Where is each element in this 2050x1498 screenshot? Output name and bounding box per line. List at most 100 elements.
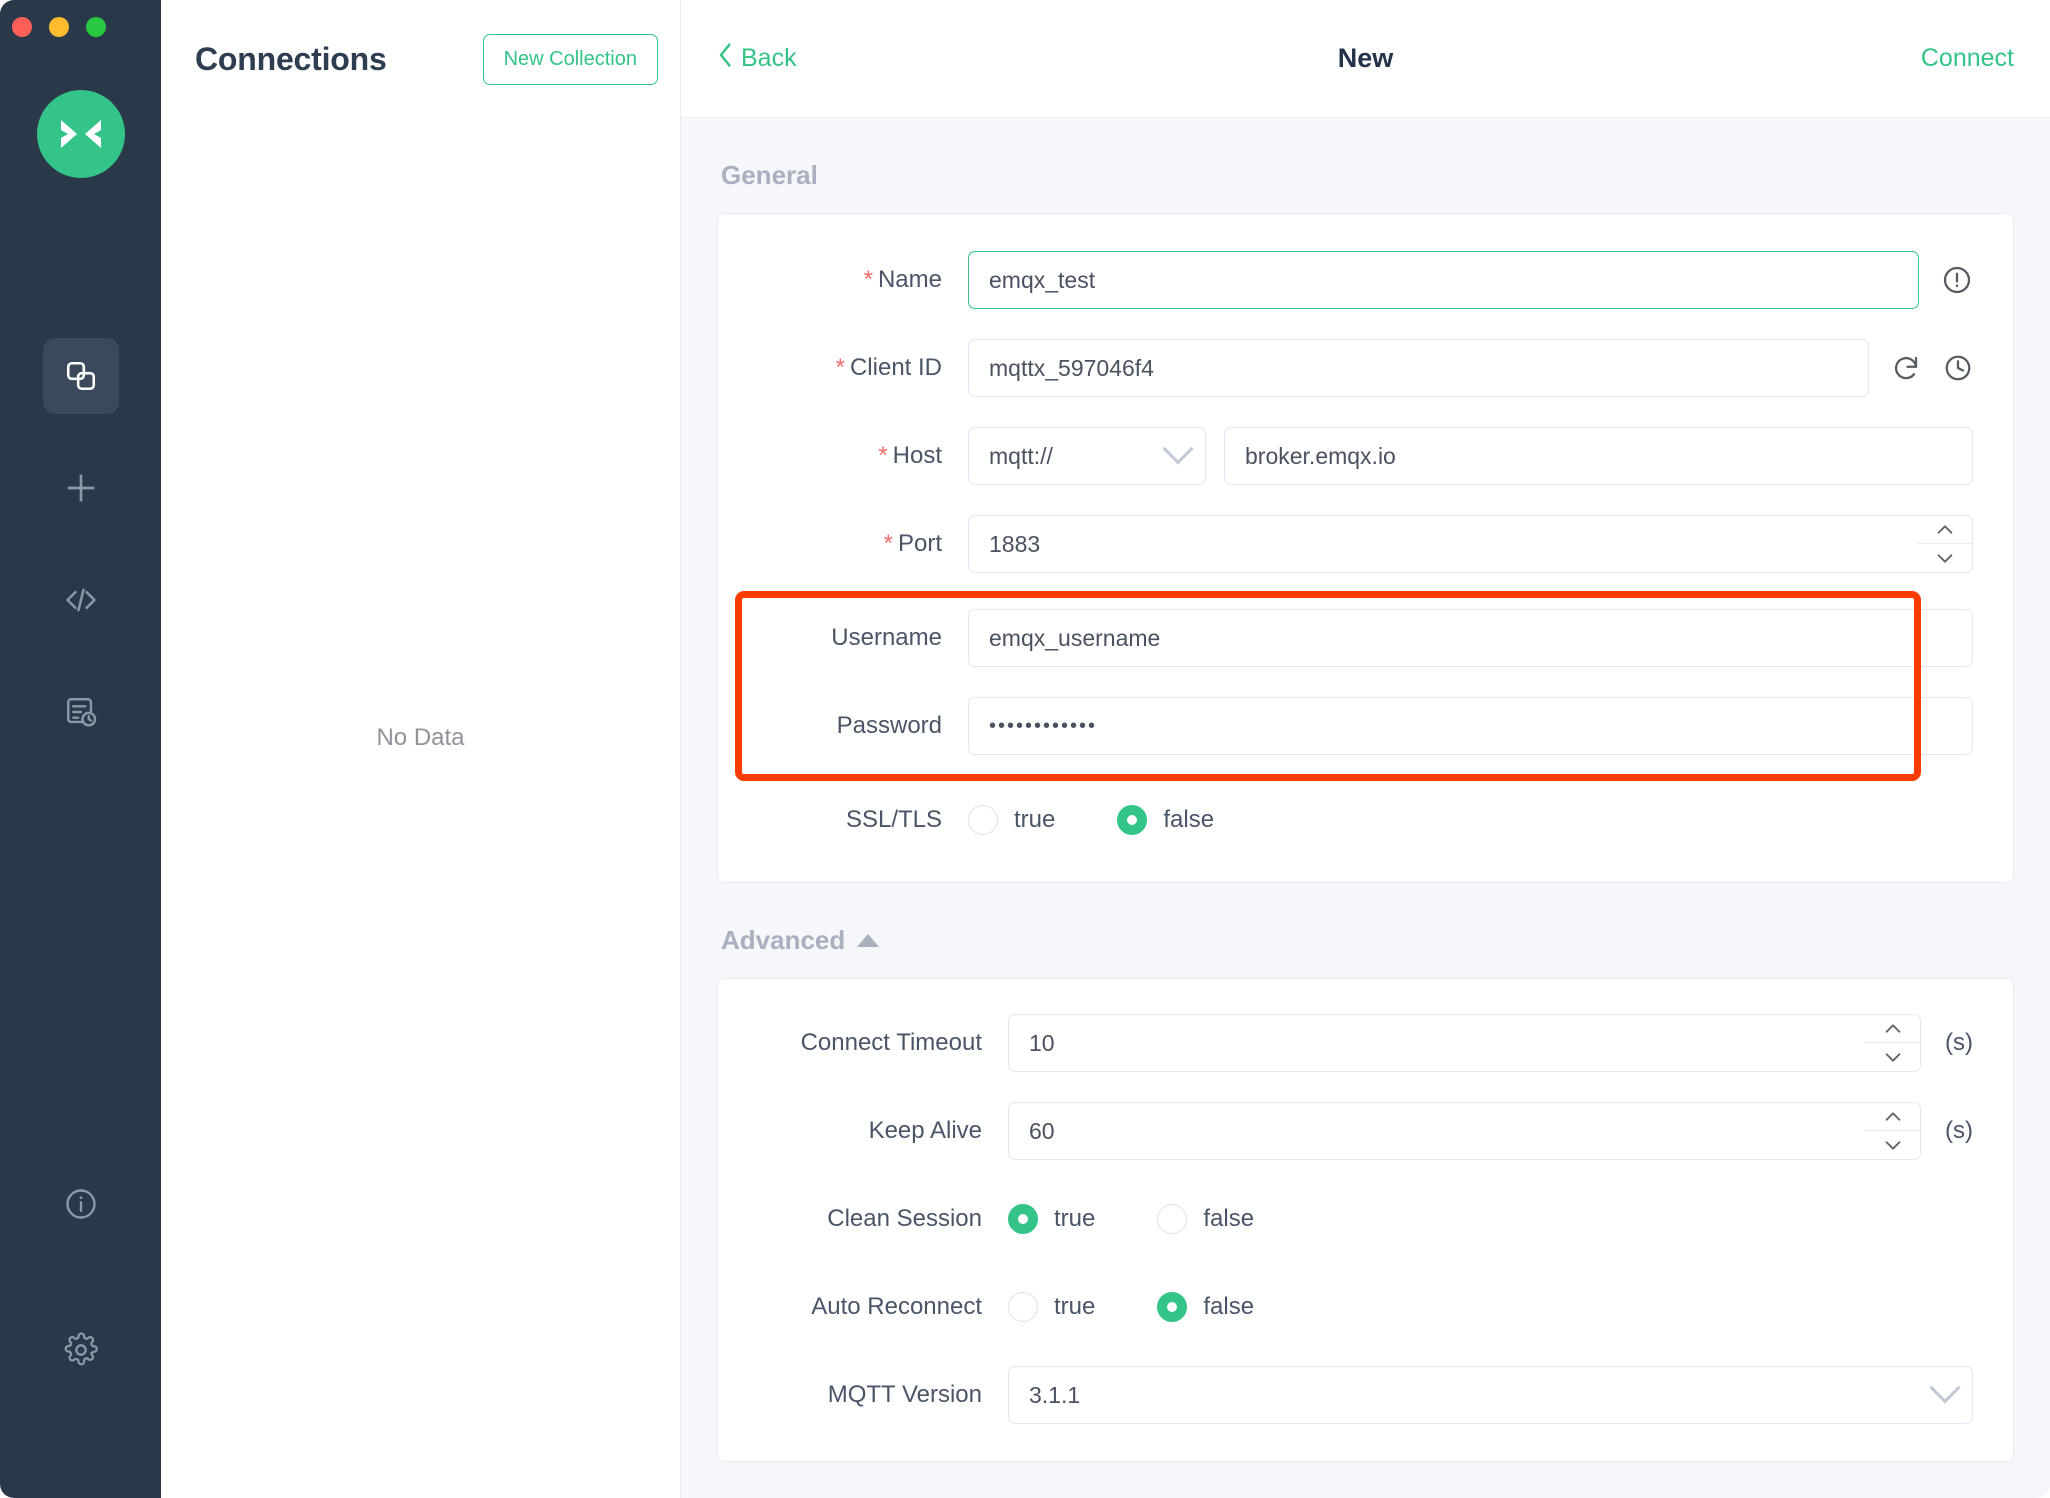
form-row-mqtt-version: MQTT Version 3.1.1 xyxy=(718,1363,1973,1427)
radio-unchecked-icon xyxy=(1157,1204,1188,1234)
password-input[interactable]: •••••••••••• xyxy=(968,697,1973,755)
chevron-down-icon xyxy=(1929,1372,1961,1404)
ssl-tls-label: SSL/TLS xyxy=(845,806,942,833)
sidebar-item-new-connection[interactable] xyxy=(43,450,119,526)
clean-session-label: Clean Session xyxy=(827,1205,982,1232)
radio-unchecked-icon xyxy=(1008,1292,1038,1322)
general-section-title: General xyxy=(721,160,818,190)
name-input[interactable]: emqx_test xyxy=(968,251,1919,309)
form-row-password: Password •••••••••••• xyxy=(718,694,1973,758)
host-input[interactable]: broker.emqx.io xyxy=(1224,427,1973,485)
keep-alive-label: Keep Alive xyxy=(868,1117,982,1144)
keep-alive-input[interactable]: 60 xyxy=(1008,1102,1867,1160)
form-row-name: * Name emqx_test xyxy=(718,248,1973,312)
connection-form-panel: Back New Connect General * Name emqx_test xyxy=(681,0,2050,1498)
radio-checked-icon xyxy=(1117,805,1148,835)
required-asterisk: * xyxy=(883,530,893,557)
close-window-button[interactable] xyxy=(12,17,32,37)
app-window: Connections New Collection No Data Back … xyxy=(0,0,2050,1498)
mqtt-version-select[interactable]: 3.1.1 xyxy=(1008,1366,1973,1424)
connect-button[interactable]: Connect xyxy=(1921,44,2014,73)
sidebar-item-about[interactable] xyxy=(43,1166,119,1242)
minimize-window-button[interactable] xyxy=(49,17,69,37)
log-clock-icon xyxy=(64,695,98,729)
back-label: Back xyxy=(741,44,797,72)
port-label: * Port xyxy=(883,530,942,557)
form-row-auto-reconnect: Auto Reconnect true false xyxy=(718,1275,1973,1339)
connect-timeout-increment-button[interactable] xyxy=(1865,1015,1921,1043)
code-brackets-icon xyxy=(62,581,100,619)
sidebar-item-scripts[interactable] xyxy=(43,562,119,638)
connect-timeout-unit: (s) xyxy=(1945,1029,1973,1056)
keep-alive-decrement-button[interactable] xyxy=(1865,1131,1920,1159)
sidebar-item-settings[interactable] xyxy=(43,1312,119,1388)
required-asterisk: * xyxy=(863,266,873,293)
port-increment-button[interactable] xyxy=(1917,516,1972,544)
window-traffic-lights xyxy=(12,17,106,37)
mqttx-logo-icon xyxy=(36,90,125,178)
refresh-icon[interactable] xyxy=(1891,353,1921,383)
advanced-section-toggle[interactable]: Advanced xyxy=(721,925,880,956)
new-collection-button[interactable]: New Collection xyxy=(482,33,658,85)
maximize-window-button[interactable] xyxy=(86,17,106,37)
clean-session-option-true[interactable]: true xyxy=(1008,1204,1095,1234)
form-header: Back New Connect xyxy=(681,0,2050,118)
form-row-username: Username emqx_username xyxy=(718,606,1973,670)
connect-timeout-stepper[interactable] xyxy=(1865,1014,1922,1072)
keep-alive-increment-button[interactable] xyxy=(1865,1103,1921,1131)
keep-alive-stepper[interactable] xyxy=(1865,1102,1922,1160)
username-input[interactable]: emqx_username xyxy=(968,609,1973,667)
auto-reconnect-label: Auto Reconnect xyxy=(811,1293,982,1320)
radio-unchecked-icon xyxy=(968,805,998,835)
form-row-keep-alive: Keep Alive 60 (s) xyxy=(718,1099,1973,1163)
form-row-clean-session: Clean Session true false xyxy=(718,1187,1973,1251)
back-button[interactable]: Back xyxy=(717,42,797,75)
empty-state-text: No Data xyxy=(376,724,465,751)
password-label: Password xyxy=(836,712,942,739)
auto-reconnect-option-false[interactable]: false xyxy=(1157,1292,1254,1322)
client-id-label: * Client ID xyxy=(835,354,942,381)
form-row-host: * Host mqtt:// broker.emqx.io xyxy=(718,424,1973,488)
ssl-tls-option-false[interactable]: false xyxy=(1117,805,1214,835)
port-input[interactable]: 1883 xyxy=(968,515,1918,573)
connections-header: Connections New Collection xyxy=(161,0,680,118)
form-scroll-area[interactable]: General * Name emqx_test * Client ID mqt… xyxy=(681,118,2050,1498)
connect-timeout-input[interactable]: 10 xyxy=(1008,1014,1867,1072)
auto-reconnect-option-true[interactable]: true xyxy=(1008,1292,1095,1322)
required-asterisk: * xyxy=(878,442,888,469)
required-asterisk: * xyxy=(835,354,845,381)
form-title: New xyxy=(1337,43,1394,73)
form-row-connect-timeout: Connect Timeout 10 (s) xyxy=(718,1011,1973,1075)
gear-icon xyxy=(63,1332,99,1368)
form-row-ssl-tls: SSL/TLS true false xyxy=(718,788,1973,852)
host-protocol-value: mqtt:// xyxy=(989,442,1053,469)
radio-checked-icon xyxy=(1157,1292,1188,1322)
keep-alive-unit: (s) xyxy=(1945,1117,1973,1144)
sidebar-item-log[interactable] xyxy=(43,674,119,750)
connect-timeout-decrement-button[interactable] xyxy=(1865,1043,1920,1071)
name-label: * Name xyxy=(863,266,942,293)
advanced-section-label: Advanced xyxy=(721,925,846,955)
connections-list-body: No Data xyxy=(161,118,680,1498)
radio-checked-icon xyxy=(1008,1204,1038,1234)
exclamation-circle-icon xyxy=(1941,264,1973,296)
username-label: Username xyxy=(831,624,942,651)
ssl-tls-option-true[interactable]: true xyxy=(968,805,1055,835)
auto-reconnect-radio-group: true false xyxy=(1008,1292,1316,1322)
mqtt-version-value: 3.1.1 xyxy=(1029,1381,1081,1408)
icon-rail xyxy=(0,0,161,1498)
port-stepper[interactable] xyxy=(1917,515,1973,573)
caret-up-icon xyxy=(857,934,880,947)
clean-session-option-false[interactable]: false xyxy=(1157,1204,1254,1234)
host-label: * Host xyxy=(878,442,942,469)
ssl-tls-radio-group: true false xyxy=(968,805,1276,835)
sidebar-item-connections[interactable] xyxy=(42,338,119,414)
client-id-input[interactable]: mqttx_597046f4 xyxy=(968,339,1869,397)
host-protocol-select[interactable]: mqtt:// xyxy=(968,427,1206,485)
clean-session-radio-group: true false xyxy=(1008,1204,1316,1234)
clock-icon[interactable] xyxy=(1943,353,1973,383)
general-card: * Name emqx_test * Client ID mqttx_59704… xyxy=(717,213,2014,883)
port-decrement-button[interactable] xyxy=(1917,544,1972,572)
copy-squares-icon xyxy=(64,359,98,393)
chevron-down-icon xyxy=(1162,433,1194,465)
